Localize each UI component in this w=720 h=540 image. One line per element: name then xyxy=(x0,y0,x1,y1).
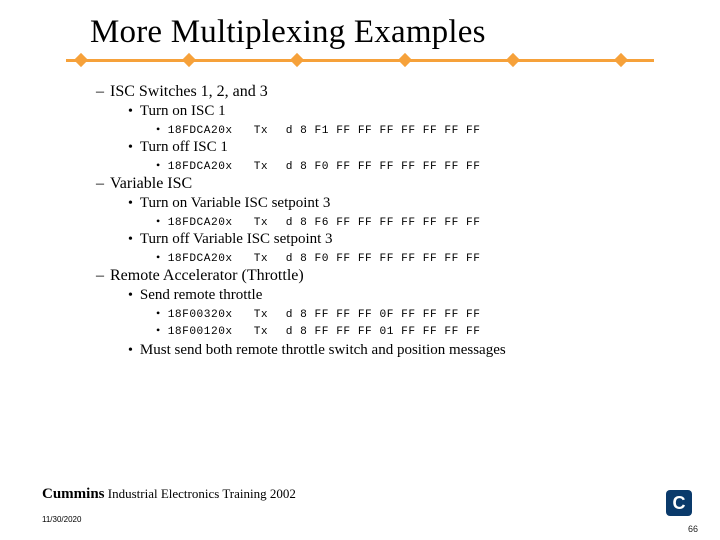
bullet: Turn on ISC 1 xyxy=(128,103,660,120)
msg-id: 18FDCA20x xyxy=(168,217,254,229)
bullet-text: Turn on ISC 1 xyxy=(140,103,226,119)
msg-dir: Tx xyxy=(254,161,286,173)
content: –ISC Switches 1, 2, and 3 Turn on ISC 1 … xyxy=(0,65,720,359)
can-message: 18F00120xTxd 8 FF FF FF 01 FF FF FF FF xyxy=(156,323,660,338)
can-message: 18F00320xTxd 8 FF FF FF 0F FF FF FF FF xyxy=(156,306,660,321)
diamond-icon xyxy=(614,53,628,67)
slide-title: More Multiplexing Examples xyxy=(90,14,720,51)
msg-bytes: d 8 F1 FF FF FF FF FF FF FF xyxy=(286,125,481,137)
bullet: Turn off Variable ISC setpoint 3 xyxy=(128,231,660,248)
footer-date: 11/30/2020 xyxy=(42,515,81,524)
bullet: Must send both remote throttle switch an… xyxy=(128,342,660,359)
bullet: Turn on Variable ISC setpoint 3 xyxy=(128,195,660,212)
msg-id: 18F00320x xyxy=(168,309,254,321)
diamond-icon xyxy=(74,53,88,67)
diamond-icon xyxy=(290,53,304,67)
msg-dir: Tx xyxy=(254,253,286,265)
section-heading-text: ISC Switches 1, 2, and 3 xyxy=(110,83,268,100)
page-number: 66 xyxy=(688,524,698,534)
can-message: 18FDCA20xTxd 8 F6 FF FF FF FF FF FF FF xyxy=(156,214,660,229)
section-heading-text: Variable ISC xyxy=(110,175,192,192)
can-message: 18FDCA20xTxd 8 F0 FF FF FF FF FF FF FF xyxy=(156,158,660,173)
diamond-icon xyxy=(182,53,196,67)
section-heading: –ISC Switches 1, 2, and 3 xyxy=(96,83,660,101)
msg-dir: Tx xyxy=(254,309,286,321)
divider xyxy=(66,55,654,65)
msg-id: 18F00120x xyxy=(168,326,254,338)
brand-logo: C xyxy=(666,490,692,516)
brand-bold: Cummins xyxy=(42,486,105,502)
brand-rest: Industrial Electronics Training 2002 xyxy=(105,486,296,501)
msg-bytes: d 8 F6 FF FF FF FF FF FF FF xyxy=(286,217,481,229)
bullet-text: Turn off Variable ISC setpoint 3 xyxy=(140,231,333,247)
section-heading: –Remote Accelerator (Throttle) xyxy=(96,267,660,285)
bullet-text: Turn off ISC 1 xyxy=(140,139,228,155)
can-message: 18FDCA20xTxd 8 F0 FF FF FF FF FF FF FF xyxy=(156,250,660,265)
diamond-icon xyxy=(398,53,412,67)
msg-dir: Tx xyxy=(254,125,286,137)
footer-brand: Cummins Industrial Electronics Training … xyxy=(42,486,692,503)
msg-id: 18FDCA20x xyxy=(168,161,254,173)
msg-dir: Tx xyxy=(254,326,286,338)
header: More Multiplexing Examples xyxy=(0,0,720,51)
bullet-text: Send remote throttle xyxy=(140,287,262,303)
msg-bytes: d 8 FF FF FF 01 FF FF FF FF xyxy=(286,326,481,338)
msg-id: 18FDCA20x xyxy=(168,125,254,137)
bullet-text: Turn on Variable ISC setpoint 3 xyxy=(140,195,330,211)
msg-bytes: d 8 F0 FF FF FF FF FF FF FF xyxy=(286,161,481,173)
msg-bytes: d 8 F0 FF FF FF FF FF FF FF xyxy=(286,253,481,265)
bullet-text: Must send both remote throttle switch an… xyxy=(140,342,506,358)
slide: More Multiplexing Examples –ISC Switches… xyxy=(0,0,720,540)
divider-line xyxy=(66,59,654,62)
msg-dir: Tx xyxy=(254,217,286,229)
section-heading: –Variable ISC xyxy=(96,175,660,193)
bullet: Send remote throttle xyxy=(128,287,660,304)
can-message: 18FDCA20xTxd 8 F1 FF FF FF FF FF FF FF xyxy=(156,122,660,137)
msg-id: 18FDCA20x xyxy=(168,253,254,265)
footer: Cummins Industrial Electronics Training … xyxy=(42,486,692,520)
section-heading-text: Remote Accelerator (Throttle) xyxy=(110,267,304,284)
msg-bytes: d 8 FF FF FF 0F FF FF FF FF xyxy=(286,309,481,321)
diamond-icon xyxy=(506,53,520,67)
bullet: Turn off ISC 1 xyxy=(128,139,660,156)
logo-letter: C xyxy=(673,493,686,514)
